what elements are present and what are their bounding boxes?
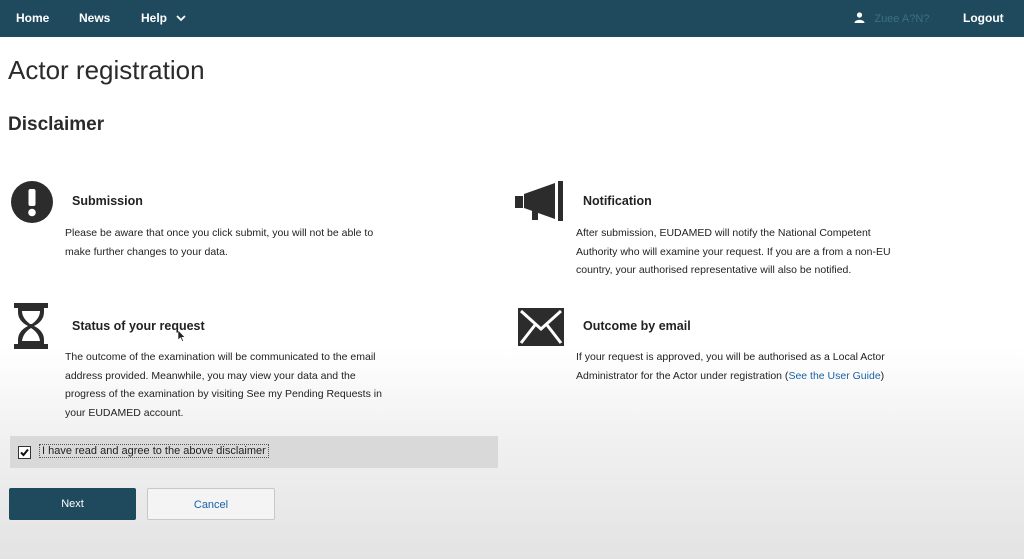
nav-help-menu[interactable]: Help <box>141 11 186 25</box>
user-name: Zuee A?N? <box>874 13 930 25</box>
notification-line: Authority who will examine your request.… <box>576 245 891 258</box>
outcome-line: Administrator for the Actor under regist… <box>576 367 885 386</box>
logout-link[interactable]: Logout <box>963 11 1004 25</box>
nav-news-link[interactable]: News <box>79 11 110 25</box>
exclamation-circle-icon <box>11 181 53 223</box>
page-title: Actor registration <box>8 55 205 85</box>
submission-title: Submission <box>72 194 143 208</box>
notification-line: After submission, EUDAMED will notify th… <box>576 227 871 239</box>
submission-line: make further changes to your data. <box>65 245 228 258</box>
user-menu[interactable]: Zuee A?N? <box>854 11 929 25</box>
status-text: The outcome of the examination will be c… <box>65 348 382 422</box>
envelope-icon <box>518 308 564 346</box>
status-line: The outcome of the examination will be c… <box>65 351 376 363</box>
status-line: address provided. Meanwhile, you may vie… <box>65 369 356 382</box>
submission-line: Please be aware that once you click subm… <box>65 227 374 239</box>
user-guide-link[interactable]: See the User Guide <box>788 370 880 382</box>
cancel-button[interactable]: Cancel <box>147 488 275 520</box>
mouse-cursor-icon <box>178 330 186 342</box>
chevron-down-icon <box>176 15 186 22</box>
status-line: progress of the examination by visiting … <box>65 388 382 400</box>
nav-home-link[interactable]: Home <box>16 11 49 25</box>
notification-text: After submission, EUDAMED will notify th… <box>576 224 891 280</box>
consent-row: I have read and agree to the above discl… <box>10 436 498 468</box>
notification-line: country, your authorised representative … <box>576 264 852 276</box>
agree-checkbox-label[interactable]: I have read and agree to the above discl… <box>39 444 269 458</box>
outcome-line-suffix: ) <box>880 369 885 382</box>
nav-help-label: Help <box>141 11 168 25</box>
outcome-line-prefix: Administrator for the Actor under regist… <box>576 369 789 382</box>
notification-title: Notification <box>583 194 652 208</box>
outcome-title: Outcome by email <box>583 319 691 333</box>
section-title: Disclaimer <box>8 114 105 135</box>
megaphone-icon <box>515 181 563 221</box>
outcome-text: If your request is approved, you will be… <box>576 348 885 385</box>
status-line: your EUDAMED account. <box>65 406 184 419</box>
next-button[interactable]: Next <box>9 488 136 520</box>
user-icon <box>854 12 865 23</box>
top-navbar: Home News Help Zuee A?N? Logout <box>0 0 1024 37</box>
checkmark-icon <box>20 448 29 457</box>
hourglass-icon <box>14 303 48 349</box>
outcome-line: If your request is approved, you will be… <box>576 351 885 363</box>
submission-text: Please be aware that once you click subm… <box>65 224 373 261</box>
agree-checkbox[interactable] <box>18 446 31 459</box>
